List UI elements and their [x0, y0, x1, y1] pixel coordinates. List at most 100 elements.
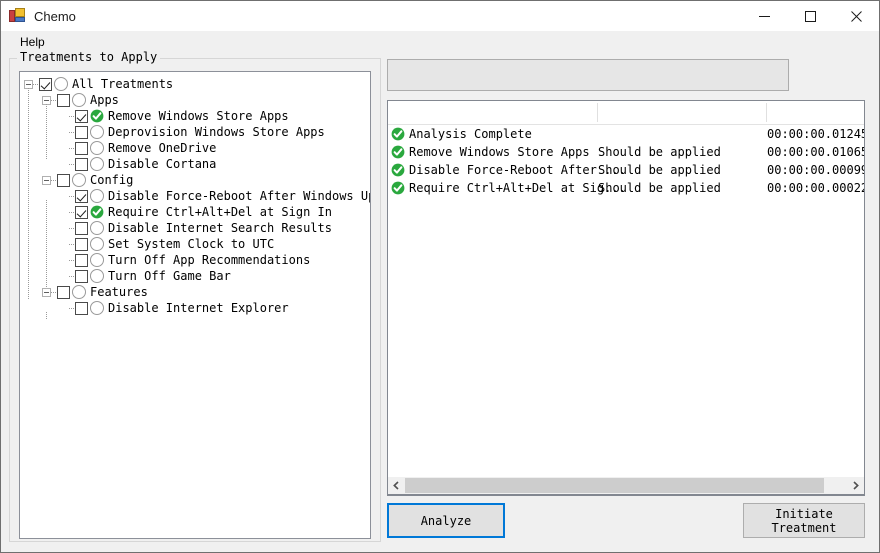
initiate-treatment-button[interactable]: Initiate Treatment	[743, 503, 865, 538]
tree-node-label: Disable Internet Search Results	[108, 221, 332, 235]
tree-node-label: Disable Internet Explorer	[108, 301, 289, 315]
success-check-icon	[391, 145, 405, 159]
success-check-icon	[90, 109, 104, 123]
treatments-groupbox-label: Treatments to Apply	[17, 50, 161, 64]
listview-cell-result: Should be applied	[598, 163, 721, 177]
success-check-icon	[391, 127, 405, 141]
listview-cell-elapsed: 00:00:00.0002213	[767, 181, 864, 195]
listview-cell-result: Should be applied	[598, 181, 721, 195]
collapse-expander-icon[interactable]	[42, 175, 51, 185]
status-circle-icon	[90, 141, 104, 155]
tree-node[interactable]: Disable Cortana	[20, 156, 370, 172]
tree-node[interactable]: Apps	[20, 92, 370, 108]
listview-cell-result: Should be applied	[598, 145, 721, 159]
status-circle-icon	[90, 221, 104, 235]
tree-node-label: Disable Force-Reboot After Windows Updat…	[108, 189, 370, 203]
tree-node[interactable]: Require Ctrl+Alt+Del at Sign In	[20, 204, 370, 220]
tree-node[interactable]: Turn Off App Recommendations	[20, 252, 370, 268]
tree-node[interactable]: Remove Windows Store Apps	[20, 108, 370, 124]
tree-node-checkbox[interactable]	[75, 157, 88, 171]
status-circle-icon	[90, 301, 104, 315]
listview-row[interactable]: Disable Force-Reboot After ... Should be …	[388, 161, 864, 179]
success-check-icon	[90, 205, 104, 219]
status-circle-icon	[90, 125, 104, 139]
tree-node[interactable]: Turn Off Game Bar	[20, 268, 370, 284]
analyze-button[interactable]: Analyze	[387, 503, 505, 538]
tree-node-checkbox[interactable]	[75, 269, 88, 283]
tree-node-checkbox[interactable]	[75, 253, 88, 267]
listview-row[interactable]: Analysis Complete 00:00:00.0124510	[388, 125, 864, 143]
window-controls	[741, 1, 879, 31]
tree-node-label: Config	[90, 173, 134, 187]
tree-node-label: Remove Windows Store Apps	[108, 109, 289, 123]
status-circle-icon	[54, 77, 68, 91]
tree-node-label: Disable Cortana	[108, 157, 217, 171]
tree-node-checkbox[interactable]	[75, 141, 88, 155]
success-check-icon	[391, 181, 405, 195]
tree-node-checkbox[interactable]	[57, 173, 70, 187]
title-bar: Chemo	[1, 1, 879, 31]
listview-row[interactable]: Require Ctrl+Alt+Del at Sig... Should be …	[388, 179, 864, 197]
status-circle-icon	[72, 93, 86, 107]
status-circle-icon	[72, 285, 86, 299]
collapse-expander-icon[interactable]	[42, 287, 51, 297]
listview-cell-name: Remove Windows Store Apps	[409, 145, 590, 159]
tree-node-label: Deprovision Windows Store Apps	[108, 125, 325, 139]
tree-node-checkbox[interactable]	[75, 189, 88, 203]
chevron-left-icon[interactable]	[388, 477, 405, 494]
listview-cell-name: Disable Force-Reboot After ...	[409, 163, 626, 177]
listview-cell-elapsed: 00:00:00.0124510	[767, 127, 864, 141]
application-window: Chemo Help Treatments to Apply All Treat…	[0, 0, 880, 553]
tree-node-label: Require Ctrl+Alt+Del at Sign In	[108, 205, 332, 219]
tree-node-label: Turn Off Game Bar	[108, 269, 231, 283]
initiate-label-line1: Initiate	[775, 506, 833, 521]
maximize-icon[interactable]	[787, 1, 833, 31]
tree-node[interactable]: Disable Force-Reboot After Windows Updat…	[20, 188, 370, 204]
collapse-expander-icon[interactable]	[24, 79, 33, 89]
tree-node[interactable]: Features	[20, 284, 370, 300]
listview-hscrollbar[interactable]	[387, 477, 865, 495]
status-circle-icon	[90, 237, 104, 251]
tree-node-label: Set System Clock to UTC	[108, 237, 275, 251]
status-circle-icon	[72, 173, 86, 187]
status-circle-icon	[90, 269, 104, 283]
tree-node-checkbox[interactable]	[57, 285, 70, 299]
tree-node-checkbox[interactable]	[75, 125, 88, 139]
hscroll-thumb[interactable]	[405, 478, 824, 493]
tree-node-label: Turn Off App Recommendations	[108, 253, 311, 267]
tree-node[interactable]: Disable Internet Search Results	[20, 220, 370, 236]
listview-row[interactable]: Remove Windows Store Apps Should be appli…	[388, 143, 864, 161]
tree-node-label: Apps	[90, 93, 119, 107]
tree-node-checkbox[interactable]	[75, 109, 88, 123]
close-icon[interactable]	[833, 1, 879, 31]
tree-node[interactable]: Remove OneDrive	[20, 140, 370, 156]
tree-node-checkbox[interactable]	[75, 237, 88, 251]
progress-bar	[387, 59, 789, 91]
tree-node[interactable]: All Treatments	[20, 76, 370, 92]
initiate-label-line2: Treatment	[771, 520, 837, 535]
tree-node-checkbox[interactable]	[75, 301, 88, 315]
collapse-expander-icon[interactable]	[42, 95, 51, 105]
window-title: Chemo	[34, 8, 76, 24]
tree-node[interactable]: Config	[20, 172, 370, 188]
hscroll-track[interactable]	[405, 477, 847, 494]
results-listview[interactable]: Analysis Complete 00:00:00.0124510 Remove …	[387, 100, 865, 496]
menu-item-help[interactable]: Help	[14, 32, 51, 52]
status-circle-icon	[90, 253, 104, 267]
tree-node-checkbox[interactable]	[57, 93, 70, 107]
listview-cell-name: Analysis Complete	[409, 127, 532, 141]
minimize-icon[interactable]	[741, 1, 787, 31]
treatments-tree[interactable]: All Treatments Apps Remove Windows Store A…	[19, 71, 371, 539]
tree-node-checkbox[interactable]	[75, 205, 88, 219]
tree-node-checkbox[interactable]	[39, 77, 52, 91]
tree-node-label: All Treatments	[72, 77, 174, 91]
column-divider-2[interactable]	[766, 103, 767, 122]
tree-node[interactable]: Deprovision Windows Store Apps	[20, 124, 370, 140]
column-divider-1[interactable]	[597, 103, 598, 122]
tree-node-checkbox[interactable]	[75, 221, 88, 235]
chevron-right-icon[interactable]	[847, 477, 864, 494]
tree-node[interactable]: Set System Clock to UTC	[20, 236, 370, 252]
listview-cell-name: Require Ctrl+Alt+Del at Sig...	[409, 181, 626, 195]
listview-cell-elapsed: 00:00:00.0009954	[767, 163, 864, 177]
tree-node[interactable]: Disable Internet Explorer	[20, 300, 370, 316]
